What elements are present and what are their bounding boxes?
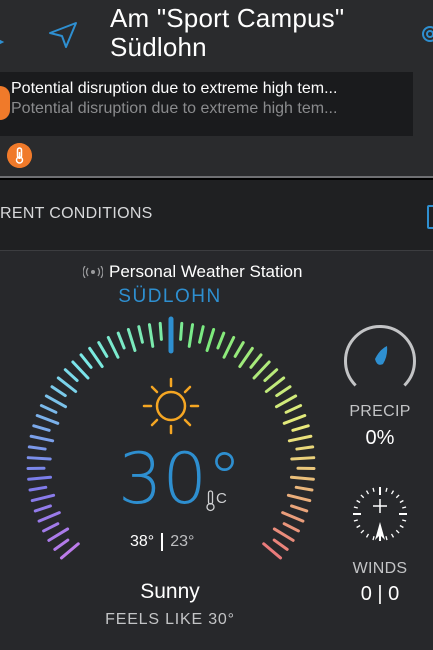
high-low-divider [161, 533, 164, 551]
station-label: Personal Weather Station [109, 262, 303, 281]
unit-label: C [216, 490, 227, 507]
location-arrow-icon[interactable] [46, 20, 80, 50]
precip-value: 0% [365, 427, 395, 449]
condition-text: Sunny [140, 580, 200, 603]
alert-text-secondary[interactable]: Potential disruption due to extreme high… [11, 100, 411, 118]
header-divider [0, 176, 433, 178]
winds-label: WINDS [352, 560, 408, 577]
alert-indicator [0, 86, 10, 120]
broadcast-icon [83, 266, 103, 278]
precip-label: PRECIP [349, 403, 411, 420]
city-name: SÜDLOHN [118, 286, 222, 307]
thermometer-icon [206, 490, 215, 512]
temperature-unit[interactable]: C [206, 490, 227, 512]
section-expand-icon[interactable] [427, 205, 433, 229]
location-title: Am "Sport Campus" Südlohn [110, 3, 345, 62]
current-temperature: 30° [117, 438, 243, 520]
thermometer-alert-icon[interactable] [7, 143, 32, 168]
back-chevron-icon[interactable] [0, 38, 6, 46]
station-source: Personal Weather Station [83, 262, 302, 282]
winds-value: 0 | 0 [360, 583, 400, 605]
high-low: 38° 23° [130, 533, 194, 551]
alert-text-primary[interactable]: Potential disruption due to extreme high… [11, 80, 411, 98]
gear-icon[interactable] [418, 22, 433, 46]
section-title: RENT CONDITIONS [0, 205, 153, 222]
low-temp: 23° [170, 533, 195, 550]
high-temp: 38° [130, 533, 155, 550]
feels-like-text: FEELS LIKE 30° [105, 611, 235, 628]
